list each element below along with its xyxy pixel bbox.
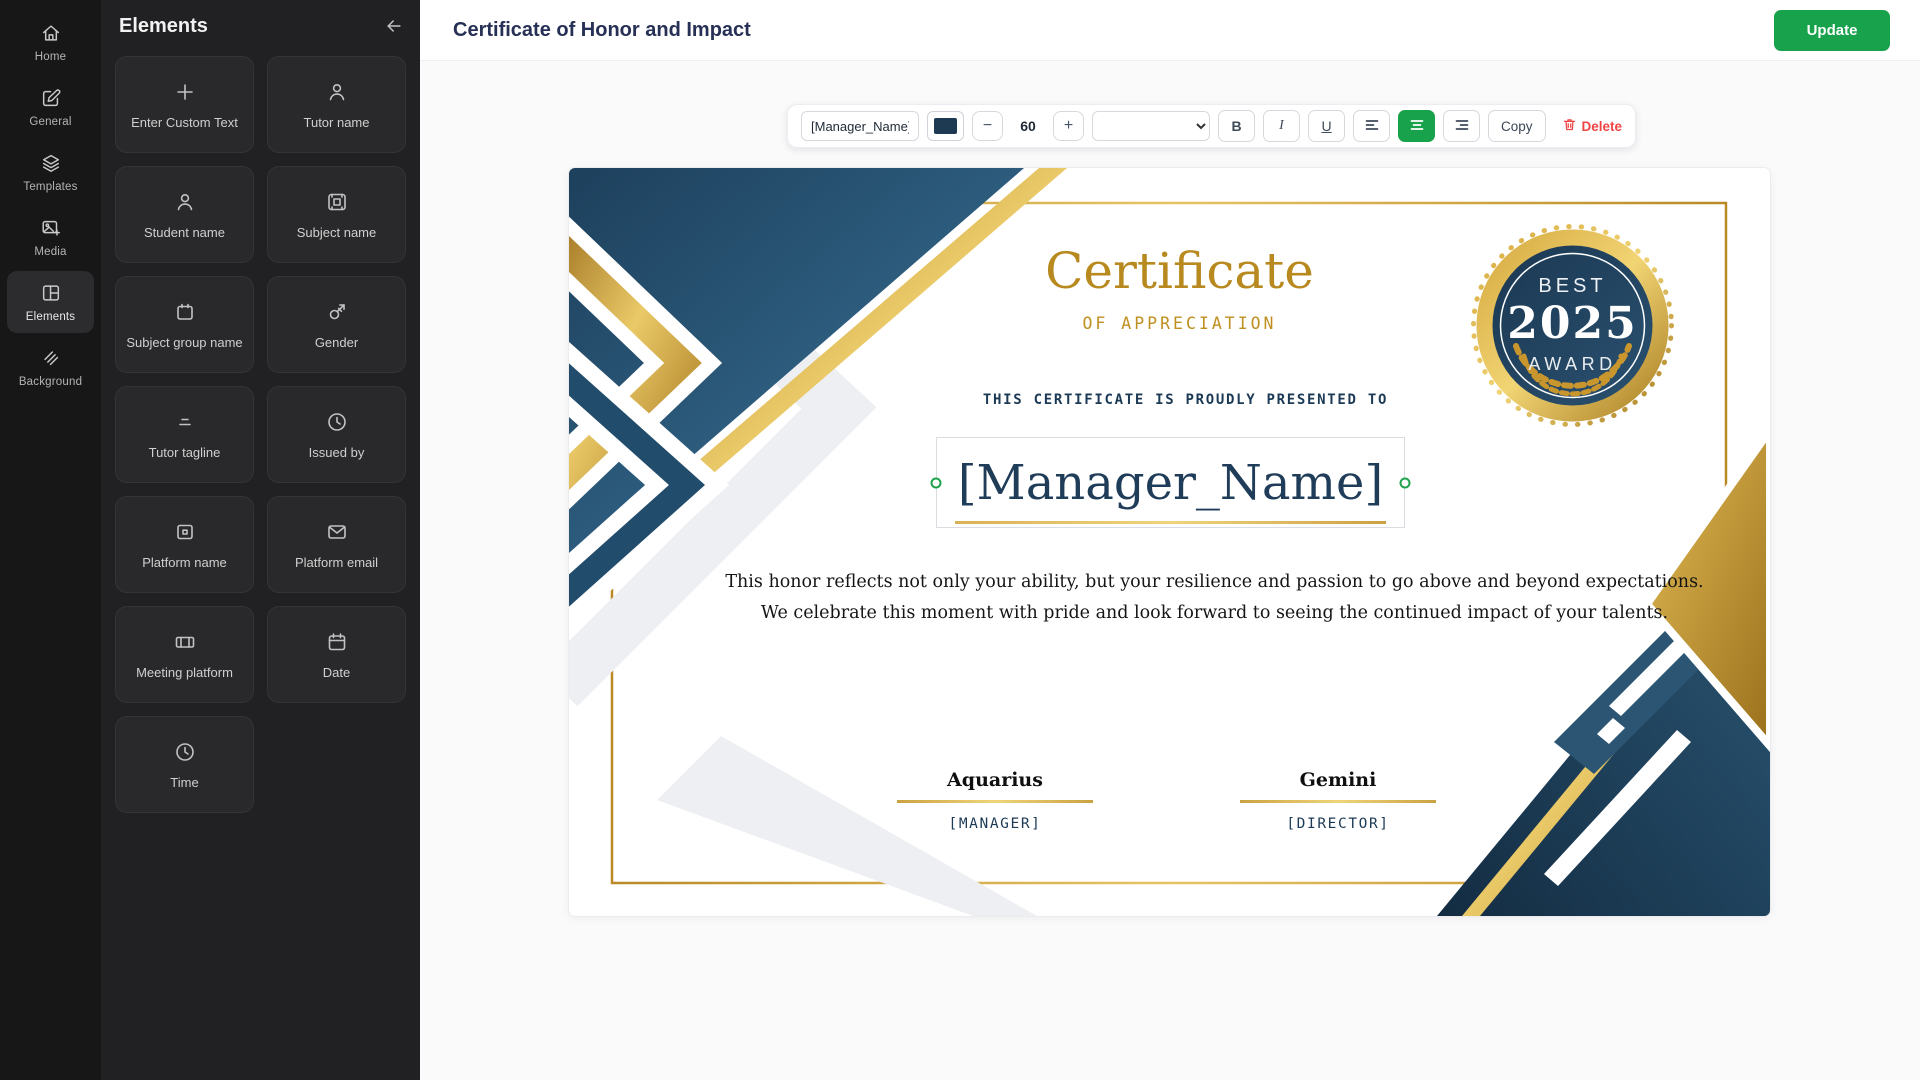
certificate-body-text[interactable]: This honor reflects not only your abilit…	[614, 567, 1770, 629]
text-toolbar: − 60 + B I U	[787, 104, 1636, 148]
element-card-platform-email[interactable]: Platform email	[267, 496, 406, 593]
clock-icon	[325, 410, 349, 434]
element-cards-grid: Enter Custom Text Tutor name Student nam…	[101, 40, 420, 829]
signature-line	[1240, 800, 1436, 803]
signature-block[interactable]: Gemini [DIRECTOR]	[1240, 769, 1436, 832]
panel-title: Elements	[119, 15, 208, 38]
elements-panel: Elements Enter Custom Text Tutor name St…	[101, 0, 420, 1080]
text-value-input[interactable]	[801, 111, 919, 141]
bold-button[interactable]: B	[1218, 110, 1255, 142]
copy-button[interactable]: Copy	[1488, 110, 1546, 142]
sidebar-item-templates[interactable]: Templates	[7, 141, 94, 203]
align-left-icon	[1364, 117, 1380, 136]
element-card-student-name[interactable]: Student name	[115, 166, 254, 263]
font-size-decrease-button[interactable]: −	[972, 111, 1003, 141]
sidebar-item-media[interactable]: Media	[7, 206, 94, 268]
media-icon	[40, 217, 62, 239]
presented-line[interactable]: THIS CERTIFICATE IS PROUDLY PRESENTED TO	[585, 392, 1770, 408]
person-icon	[325, 80, 349, 104]
app: Home General Templates Media Elements Ba…	[0, 0, 1920, 1080]
element-card-tutor-name[interactable]: Tutor name	[267, 56, 406, 153]
text-color-button[interactable]	[927, 111, 964, 141]
font-size-increase-button[interactable]: +	[1053, 111, 1084, 141]
font-size-value: 60	[1011, 118, 1045, 134]
gender-icon	[325, 300, 349, 324]
recipient-name: [Manager_Name]	[937, 438, 1404, 527]
film-icon	[325, 190, 349, 214]
name-underline	[955, 521, 1386, 524]
sidebar-item-elements[interactable]: Elements	[7, 271, 94, 333]
element-card-tutor-tagline[interactable]: Tutor tagline	[115, 386, 254, 483]
calendar-tab-icon	[173, 300, 197, 324]
editor-canvas: − 60 + B I U	[420, 61, 1920, 1080]
plus-icon	[173, 80, 197, 104]
calendar-icon	[325, 630, 349, 654]
icon-sidebar: Home General Templates Media Elements Ba…	[0, 0, 101, 1080]
align-right-button[interactable]	[1443, 110, 1480, 142]
delete-button[interactable]: Delete	[1562, 117, 1623, 135]
clock-icon	[173, 740, 197, 764]
signature-line	[897, 800, 1093, 803]
element-card-gender[interactable]: Gender	[267, 276, 406, 373]
certificate-preview[interactable]: BEST 2025 AWARD Certificate OF APPRECIAT…	[569, 168, 1770, 916]
underline-button[interactable]: U	[1308, 110, 1345, 142]
font-family-select[interactable]	[1092, 111, 1210, 141]
certificate-title[interactable]: Certificate	[579, 242, 1770, 300]
element-card-date[interactable]: Date	[267, 606, 406, 703]
arrow-left-icon	[384, 24, 404, 39]
resize-handle-right[interactable]	[1400, 477, 1411, 488]
element-card-subject-group-name[interactable]: Subject group name	[115, 276, 254, 373]
sidebar-item-general[interactable]: General	[7, 76, 94, 138]
element-card-custom-text[interactable]: Enter Custom Text	[115, 56, 254, 153]
resize-handle-left[interactable]	[931, 477, 942, 488]
color-swatch	[934, 118, 957, 134]
element-card-platform-name[interactable]: Platform name	[115, 496, 254, 593]
certificate-subtitle[interactable]: OF APPRECIATION	[579, 314, 1770, 333]
align-center-button[interactable]	[1398, 110, 1435, 142]
signature-block[interactable]: Aquarius [MANAGER]	[897, 769, 1093, 832]
badge-bottom-text: AWARD	[1528, 354, 1616, 374]
update-button[interactable]: Update	[1774, 10, 1890, 51]
sidebar-item-background[interactable]: Background	[7, 336, 94, 398]
selected-name-element[interactable]: [Manager_Name]	[936, 437, 1405, 528]
square-in-square-icon	[173, 520, 197, 544]
trash-icon	[1562, 117, 1577, 135]
element-card-meeting-platform[interactable]: Meeting platform	[115, 606, 254, 703]
collapse-panel-button[interactable]	[384, 16, 404, 38]
sidebar-list: Home General Templates Media Elements Ba…	[0, 11, 101, 398]
sidebar-item-home[interactable]: Home	[7, 11, 94, 73]
align-center-icon	[1409, 117, 1425, 136]
italic-button[interactable]: I	[1263, 110, 1300, 142]
background-icon	[40, 347, 62, 369]
tagline-icon	[173, 410, 197, 434]
element-card-issued-by[interactable]: Issued by	[267, 386, 406, 483]
panel-strip-icon	[173, 630, 197, 654]
layers-icon	[40, 152, 62, 174]
align-left-button[interactable]	[1353, 110, 1390, 142]
elements-icon	[40, 282, 62, 304]
mail-icon	[325, 520, 349, 544]
elements-panel-header: Elements	[101, 0, 420, 40]
body-line-2: We celebrate this moment with pride and …	[614, 598, 1770, 629]
topbar: Certificate of Honor and Impact Update	[420, 0, 1920, 61]
edit-icon	[40, 87, 62, 109]
main-area: Certificate of Honor and Impact Update −…	[420, 0, 1920, 1080]
page-title: Certificate of Honor and Impact	[453, 19, 751, 42]
person-icon	[173, 190, 197, 214]
align-right-icon	[1454, 117, 1470, 136]
element-card-subject-name[interactable]: Subject name	[267, 166, 406, 263]
body-line-1: This honor reflects not only your abilit…	[614, 567, 1770, 598]
element-card-time[interactable]: Time	[115, 716, 254, 813]
home-icon	[40, 22, 62, 44]
